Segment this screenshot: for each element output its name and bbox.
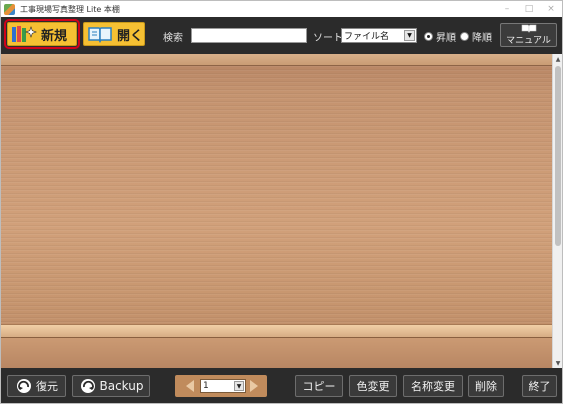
scroll-up-icon[interactable]: ▲ [553,54,563,64]
backup-arrow-icon [79,378,97,394]
shelf-top-edge [1,54,552,66]
bookshelf-area[interactable] [1,54,552,368]
title-bar: 工事現場写真整理 Lite 本棚 – □ × [1,1,562,17]
vertical-scrollbar[interactable]: ▲ ▼ [552,54,562,368]
color-change-button[interactable]: 色変更 [349,375,397,397]
chevron-down-icon: ▼ [234,381,244,391]
sort-select-value: ファイル名 [344,32,390,42]
radio-selected-icon [424,32,433,41]
rename-button[interactable]: 名称変更 [403,375,463,397]
restore-button-label: 復元 [36,380,58,393]
book-icon [521,24,537,36]
restore-arrow-icon [15,378,33,394]
maximize-button[interactable]: □ [518,1,540,17]
scroll-down-icon[interactable]: ▼ [553,358,563,368]
window-title: 工事現場写真整理 Lite 本棚 [20,4,120,14]
search-label: 検索 [163,33,183,44]
manual-button-label: マニュアル [506,36,551,46]
sort-select[interactable]: ファイル名 ▼ [341,28,417,43]
books-sparkle-icon [11,25,37,43]
sort-label: ソート [313,33,343,44]
next-page-icon[interactable] [250,380,258,392]
backup-button[interactable]: Backup [72,375,150,397]
page-navigator: 1 ▼ [175,375,267,397]
radio-unselected-icon [460,32,469,41]
order-desc-radio[interactable]: 降順 [460,29,492,44]
order-desc-label: 降順 [472,33,492,44]
app-icon [4,3,15,15]
bottom-toolbar: 復元 Backup 1 ▼ コピー 色変更 名称変更 削除 終了 [1,368,562,403]
backup-button-label: Backup [99,379,144,393]
shelf-board [1,324,552,338]
delete-button[interactable]: 削除 [468,375,504,397]
open-button-label: 開く [117,28,144,44]
order-asc-label: 昇順 [436,33,456,44]
scroll-thumb[interactable] [555,66,561,246]
search-input[interactable] [191,28,307,43]
minimize-button[interactable]: – [496,1,518,17]
copy-button[interactable]: コピー [295,375,343,397]
exit-button[interactable]: 終了 [522,375,557,397]
chevron-down-icon: ▼ [404,30,415,41]
restore-button[interactable]: 復元 [7,375,66,397]
new-button[interactable]: 新規 [4,19,80,49]
page-select[interactable]: 1 ▼ [200,379,246,393]
previous-page-icon[interactable] [186,380,194,392]
new-button-label: 新規 [41,28,68,44]
close-window-button[interactable]: × [540,1,562,17]
page-select-value: 1 [203,381,209,391]
top-toolbar: 新規 開く 検索 ソート ファイル名 ▼ 昇順 降順 マニュアル [1,17,562,54]
app-window: 工事現場写真整理 Lite 本棚 – □ × 新規 開く 検索 ソート ファイル… [0,0,563,404]
manual-button[interactable]: マニュアル [500,23,557,47]
order-asc-radio[interactable]: 昇順 [424,29,456,44]
shelf-bottom-panel [1,338,552,368]
open-book-icon [87,25,113,43]
open-button[interactable]: 開く [83,22,145,46]
window-controls: – □ × [496,1,562,17]
